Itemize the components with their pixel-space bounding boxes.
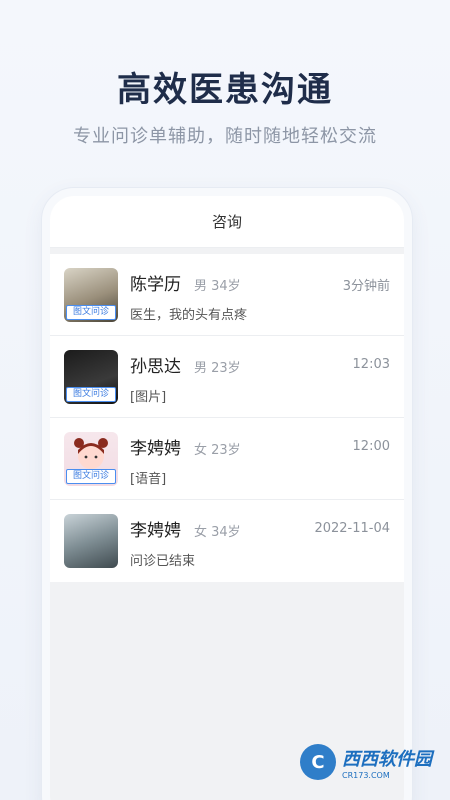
message-preview: [图片] <box>130 390 167 405</box>
avatar: 图文问诊 <box>64 350 118 404</box>
message-preview: 医生，我的头有点疼 <box>130 308 248 323</box>
consult-type-badge: 图文问诊 <box>66 387 116 402</box>
watermark-logo-icon: C <box>300 744 336 780</box>
nav-title: 咨询 <box>211 213 242 231</box>
patient-meta: 男 34岁 <box>194 279 241 294</box>
message-time: 12:03 <box>352 357 390 372</box>
message-time: 3分钟前 <box>342 279 390 294</box>
watermark: C 西西软件园 CR173.COM <box>300 744 432 780</box>
headline: 高效医患沟通 <box>117 70 333 110</box>
avatar: 图文问诊 <box>64 268 118 322</box>
patient-name: 陈学历 <box>130 275 181 295</box>
avatar: 图文问诊 <box>64 432 118 486</box>
consult-type-badge: 图文问诊 <box>66 469 116 484</box>
phone-frame: 咨询 图文问诊 陈学历 男 34岁 3分钟前 医生，我的头有点疼 图文问诊 孙思… <box>42 188 412 800</box>
message-preview: 问诊已结束 <box>130 554 196 569</box>
consult-type-badge: 图文问诊 <box>66 305 116 320</box>
patient-meta: 男 23岁 <box>194 361 241 376</box>
subheadline: 专业问诊单辅助，随时随地轻松交流 <box>73 126 377 147</box>
consult-item[interactable]: 李娉娉 女 34岁 2022-11-04 问诊已结束 <box>50 500 404 582</box>
avatar <box>64 514 118 568</box>
message-preview: [语音] <box>130 472 167 487</box>
patient-meta: 女 23岁 <box>194 443 241 458</box>
patient-name: 李娉娉 <box>130 521 181 541</box>
watermark-title: 西西软件园 <box>342 748 432 770</box>
consult-item[interactable]: 图文问诊 陈学历 男 34岁 3分钟前 医生，我的头有点疼 <box>50 254 404 336</box>
patient-meta: 女 34岁 <box>194 525 241 540</box>
patient-name: 李娉娉 <box>130 439 181 459</box>
consult-item[interactable]: 图文问诊 李娉娉 女 23岁 12:00 [语音] <box>50 418 404 500</box>
consult-list: 图文问诊 陈学历 男 34岁 3分钟前 医生，我的头有点疼 图文问诊 孙思达 男… <box>50 254 404 582</box>
patient-name: 孙思达 <box>130 357 181 377</box>
consult-item[interactable]: 图文问诊 孙思达 男 23岁 12:03 [图片] <box>50 336 404 418</box>
message-time: 2022-11-04 <box>314 521 390 536</box>
message-time: 12:00 <box>352 439 390 454</box>
consult-screen: 咨询 图文问诊 陈学历 男 34岁 3分钟前 医生，我的头有点疼 图文问诊 孙思… <box>50 196 404 800</box>
nav-bar: 咨询 <box>50 196 404 248</box>
watermark-url: CR173.COM <box>342 770 390 780</box>
